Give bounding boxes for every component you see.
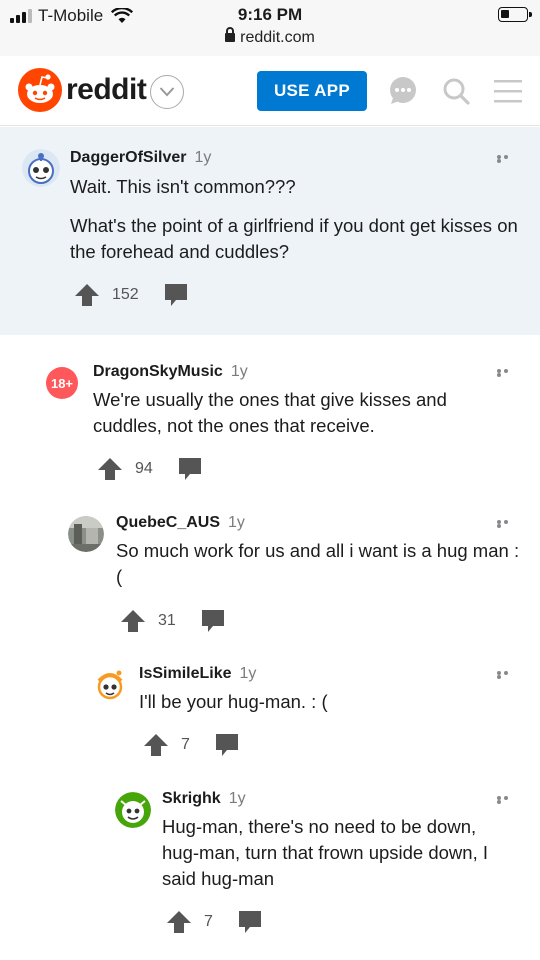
comment: DaggerOfSilver 1y Wait. This isn't common… [0,127,540,335]
comment-actions: 7 [166,909,263,935]
badge-text: 18+ [50,375,74,391]
comment-age: 1y [228,514,245,531]
reddit-logo-icon[interactable] [18,68,62,112]
comment-author[interactable]: DragonSkyMusic 1y [93,363,248,381]
comment-paragraph: So much work for us and all i want is a … [116,540,520,587]
comment-actions: 152 [74,282,189,308]
chevron-down-icon [159,87,175,97]
url-text: reddit.com [240,29,315,46]
battery-icon [498,7,532,22]
comment: 18+ DragonSkyMusic 1y We're usually the o… [0,345,540,495]
lock-icon [225,27,236,42]
comment-actions: 94 [97,456,203,482]
clock: 9:16 PM [237,5,303,24]
upvote-icon[interactable] [166,910,192,934]
reply-icon[interactable] [200,609,226,633]
comment-age: 1y [230,363,248,380]
comment-author[interactable]: IsSimileLike 1y [139,665,256,683]
use-app-button[interactable]: USE APP [257,71,367,111]
reply-icon[interactable] [163,283,189,307]
avatar[interactable] [115,792,151,828]
vote-score: 7 [181,736,190,753]
comment-paragraph: Wait. This isn't common??? [70,176,296,197]
vote-score: 7 [204,913,213,930]
status-bar: T-Mobile 9:16 PM reddit.com [0,0,540,56]
reply-icon[interactable] [237,910,263,934]
username[interactable]: Skrighk [162,790,221,807]
chat-icon[interactable] [388,77,418,105]
nsfw-avatar-badge[interactable]: 18+ [46,367,78,399]
comment-body: So much work for us and all i want is a … [116,538,520,590]
menu-icon[interactable] [494,78,522,104]
search-icon[interactable] [442,77,470,105]
community-dropdown-button[interactable] [150,75,184,109]
more-options-icon[interactable] [497,369,517,377]
comment-paragraph: Hug-man, there's no need to be down, hug… [162,816,488,889]
avatar[interactable] [68,516,104,552]
reply-icon[interactable] [214,733,240,757]
comment-actions: 7 [143,732,240,758]
comment: QuebeC_AUS 1y So much work for us and all… [0,497,540,647]
comment-body: We're usually the ones that give kisses … [93,387,518,439]
more-options-icon[interactable] [497,520,517,528]
reddit-wordmark[interactable]: reddit [66,73,147,107]
reply-icon[interactable] [177,457,203,481]
avatar[interactable] [22,149,60,187]
address-bar[interactable]: reddit.com [0,27,540,47]
more-options-icon[interactable] [497,796,517,804]
comment-author[interactable]: QuebeC_AUS 1y [116,514,245,532]
comment: IsSimileLike 1y I'll be your hug-man. : (… [0,650,540,770]
comment-author[interactable]: DaggerOfSilver 1y [70,149,211,167]
username[interactable]: DaggerOfSilver [70,149,186,166]
username[interactable]: QuebeC_AUS [116,514,220,531]
more-options-icon[interactable] [497,671,517,679]
upvote-icon[interactable] [143,733,169,757]
username[interactable]: DragonSkyMusic [93,363,223,380]
vote-score: 152 [112,286,139,303]
comment-age: 1y [194,149,212,166]
comment-actions: 31 [120,608,226,634]
more-options-icon[interactable] [497,155,517,163]
comment-paragraph: We're usually the ones that give kisses … [93,389,447,436]
vote-score: 94 [135,460,153,477]
comment-age: 1y [239,665,257,682]
upvote-icon[interactable] [74,283,100,307]
upvote-icon[interactable] [97,457,123,481]
comment-author[interactable]: Skrighk 1y [162,790,246,808]
comment-body: Hug-man, there's no need to be down, hug… [162,814,512,892]
comment-paragraph: I'll be your hug-man. : ( [139,691,328,712]
comment-body: I'll be your hug-man. : ( [139,689,520,715]
upvote-icon[interactable] [120,609,146,633]
username[interactable]: IsSimileLike [139,665,232,682]
comment: Skrighk 1y Hug-man, there's no need to be… [0,775,540,945]
vote-score: 31 [158,612,176,629]
avatar[interactable] [92,667,128,703]
comment-body: Wait. This isn't common??? What's the po… [70,174,520,265]
site-header: reddit USE APP [0,56,540,126]
comment-age: 1y [228,790,246,807]
comment-paragraph: What's the point of a girlfriend if you … [70,215,518,262]
